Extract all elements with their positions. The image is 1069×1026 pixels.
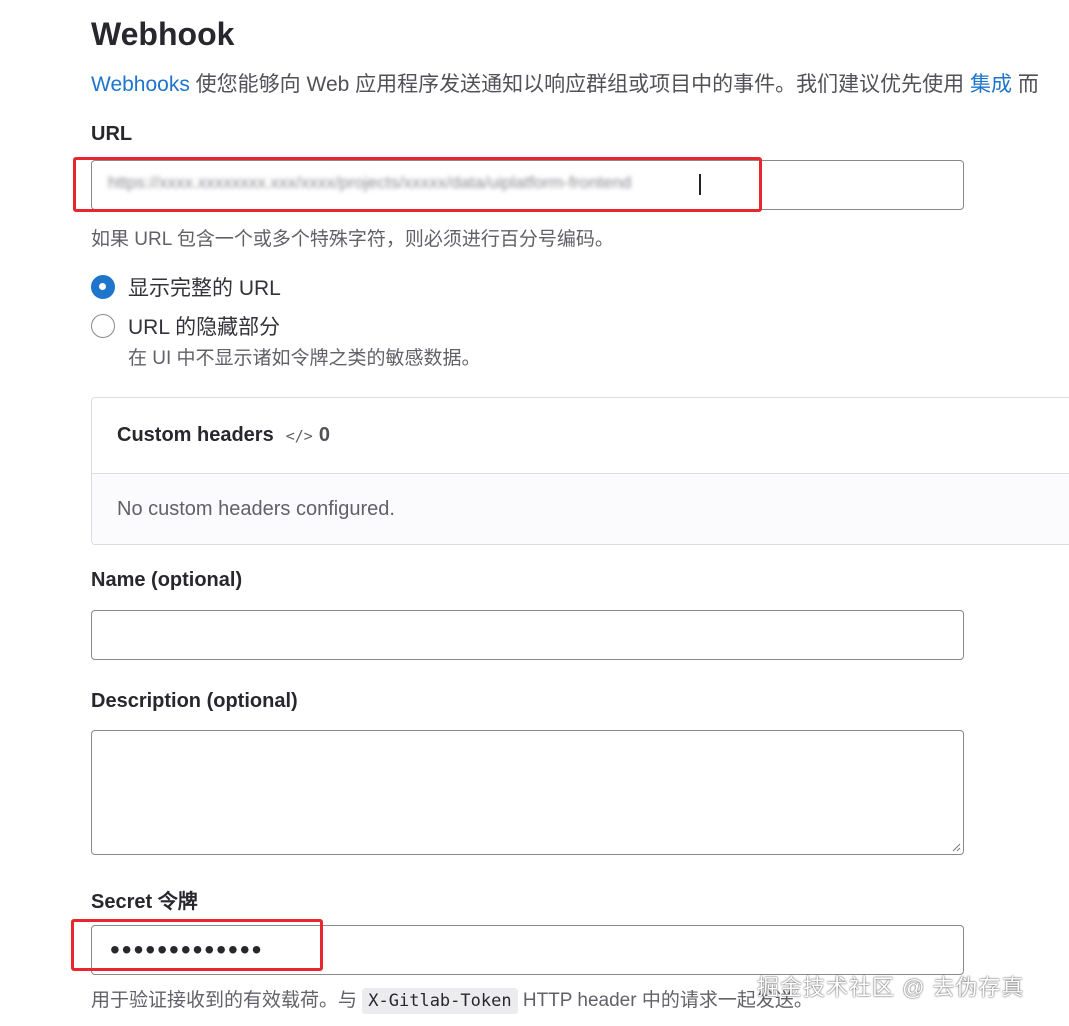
secret-label: Secret 令牌 xyxy=(91,891,198,913)
description-label: Description (optional) xyxy=(91,690,298,712)
radio-label-mask-url: URL 的隐藏部分 xyxy=(128,316,281,339)
intro-text: 使您能够向 Web 应用程序发送通知以响应群组或项目中的事件。我们建议优先使用 xyxy=(189,73,970,96)
custom-headers-empty: No custom headers configured. xyxy=(92,474,1069,544)
intro-tail: 而 xyxy=(1011,73,1039,96)
name-input[interactable] xyxy=(91,610,964,660)
custom-headers-card: Custom headers </> 0 No custom headers c… xyxy=(91,397,1069,545)
radio-show-full-url[interactable]: 显示完整的 URL xyxy=(91,272,281,302)
highlight-box-url xyxy=(73,157,762,212)
resize-handle-icon[interactable] xyxy=(951,842,961,852)
mask-help-text: 在 UI 中不显示诸如令牌之类的敏感数据。 xyxy=(128,348,481,369)
url-help-text: 如果 URL 包含一个或多个特殊字符，则必须进行百分号编码。 xyxy=(91,229,614,250)
webhooks-docs-link[interactable]: Webhooks xyxy=(91,73,190,96)
custom-headers-header: Custom headers </> 0 xyxy=(92,398,1069,474)
custom-headers-count: 0 xyxy=(318,424,330,446)
watermark: 掘金技术社区 @ 去伪存真 xyxy=(757,975,1025,1000)
radio-unchecked-icon[interactable] xyxy=(91,314,115,338)
radio-label-full-url: 显示完整的 URL xyxy=(128,277,281,300)
name-label: Name (optional) xyxy=(91,569,243,591)
radio-checked-icon[interactable] xyxy=(91,275,115,299)
header-name-code: X-Gitlab-Token xyxy=(362,988,518,1014)
page-title: Webhook xyxy=(91,16,235,52)
secret-help-prefix: 用于验证接收到的有效载荷。与 xyxy=(91,990,363,1011)
highlight-box-secret xyxy=(71,919,323,971)
secret-help-text: 用于验证接收到的有效载荷。与 X-Gitlab-Token HTTP heade… xyxy=(91,985,813,1014)
radio-mask-url[interactable]: URL 的隐藏部分 xyxy=(91,311,280,341)
url-label: URL xyxy=(91,123,133,145)
code-icon: </> xyxy=(285,426,313,445)
page-description: Webhooks 使您能够向 Web 应用程序发送通知以响应群组或项目中的事件。… xyxy=(91,68,1039,98)
webhook-form: Webhook Webhooks 使您能够向 Web 应用程序发送通知以响应群组… xyxy=(71,0,1069,1026)
integrations-link[interactable]: 集成 xyxy=(970,73,1012,96)
custom-headers-title: Custom headers xyxy=(117,424,274,446)
description-textarea[interactable] xyxy=(91,730,964,855)
